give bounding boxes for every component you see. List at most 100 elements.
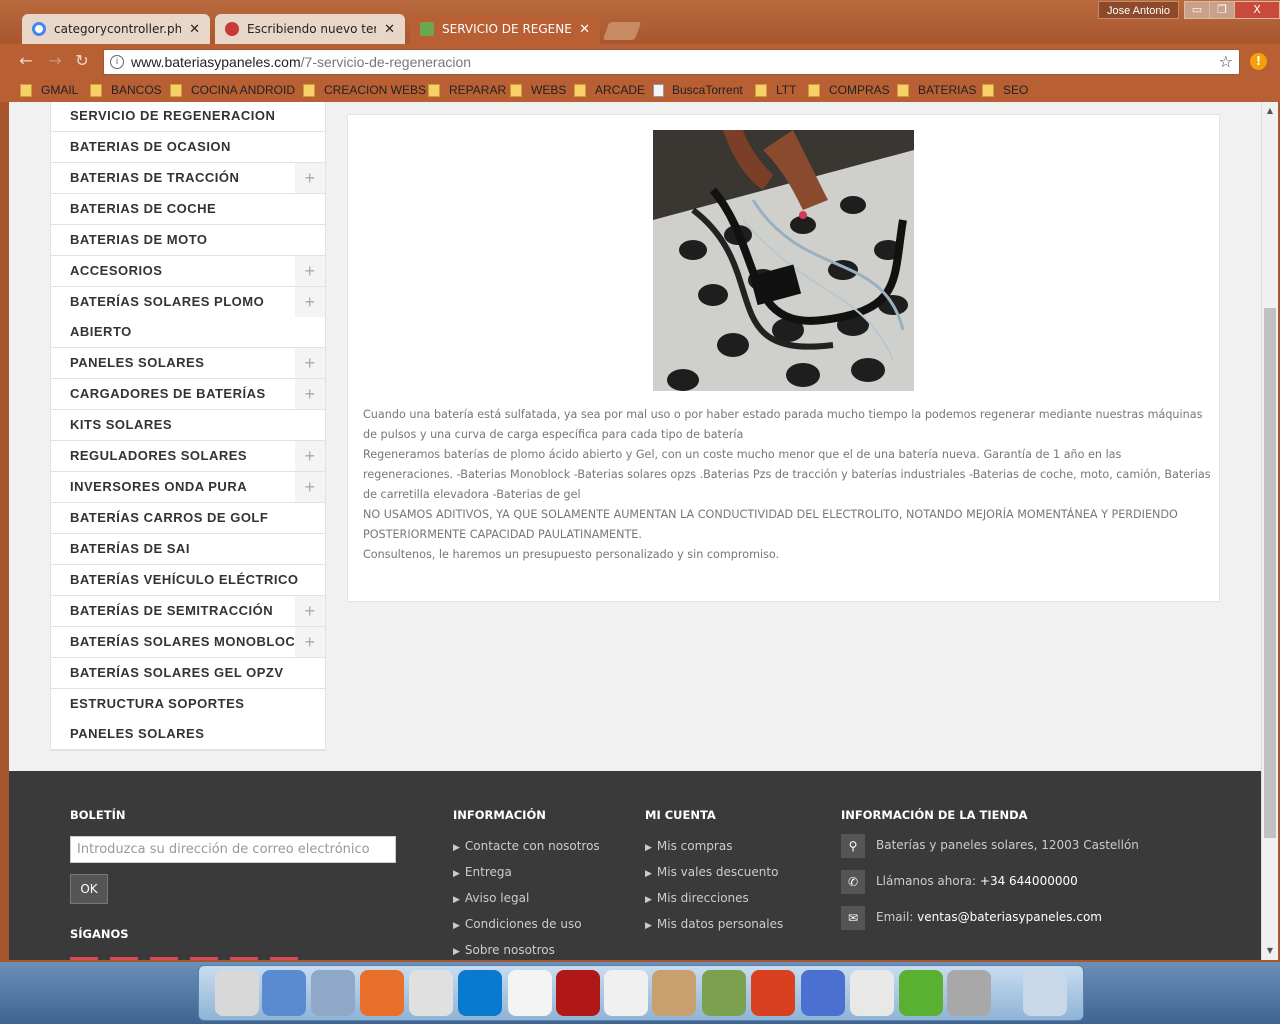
footer-link-vouchers[interactable]: ▶ Mis vales descuento <box>645 865 778 879</box>
social-rss-icon[interactable] <box>150 957 178 960</box>
footer-link-legal[interactable]: ▶ Aviso legal <box>453 891 529 905</box>
category-item[interactable]: BATERIAS DE MOTO <box>51 225 325 256</box>
page-scrollbar[interactable]: ▲ ▼ <box>1261 102 1278 960</box>
category-item[interactable]: BATERIAS DE COCHE <box>51 194 325 225</box>
bookmark-creacion-webs[interactable]: CREACION WEBS <box>303 82 426 98</box>
folder-icon <box>982 83 994 97</box>
profile-button[interactable]: Jose Antonio <box>1098 1 1179 19</box>
tab-categorycontroller[interactable]: categorycontroller.php p ✕ <box>22 14 210 44</box>
ccleaner-icon[interactable] <box>751 970 795 1016</box>
phone-number[interactable]: +34 644000000 <box>980 874 1078 888</box>
info-icon[interactable]: i <box>110 55 124 69</box>
category-item[interactable]: SERVICIO DE REGENERACION <box>51 102 325 132</box>
minimize-button[interactable]: ▭ <box>1184 1 1210 19</box>
star-icon[interactable] <box>801 970 845 1016</box>
category-item[interactable]: BATERÍAS SOLARES GEL OPZV <box>51 658 325 689</box>
new-tab-button[interactable] <box>602 22 642 40</box>
forward-arrow-icon[interactable]: → <box>47 53 63 69</box>
close-tab-icon[interactable]: ✕ <box>384 22 395 37</box>
cow-icon[interactable] <box>850 970 894 1016</box>
close-tab-icon[interactable]: ✕ <box>189 22 200 37</box>
scroll-up-icon[interactable]: ▲ <box>1265 106 1275 115</box>
close-window-button[interactable]: X <box>1234 1 1280 19</box>
chrome-icon[interactable] <box>409 970 453 1016</box>
social-google-icon[interactable] <box>230 957 258 960</box>
expand-plus-icon[interactable]: + <box>295 441 325 471</box>
bookmark-cocina-android[interactable]: COCINA ANDROID <box>170 82 295 98</box>
reload-icon[interactable]: ↻ <box>74 53 90 69</box>
social-facebook-icon[interactable] <box>70 957 98 960</box>
footer-link-contact[interactable]: ▶ Contacte con nosotros <box>453 839 600 853</box>
social-twitter-icon[interactable] <box>110 957 138 960</box>
firefox-icon[interactable] <box>360 970 404 1016</box>
bookmark-gmail[interactable]: GMAIL <box>20 82 78 98</box>
scroll-thumb[interactable] <box>1264 308 1276 838</box>
category-label: INVERSORES ONDA PURA <box>70 479 248 494</box>
expand-plus-icon[interactable]: + <box>295 163 325 193</box>
bookmark-baterias[interactable]: BATERIAS <box>897 82 976 98</box>
footer-link-terms[interactable]: ▶ Condiciones de uso <box>453 917 582 931</box>
close-tab-icon[interactable]: ✕ <box>579 22 590 37</box>
social-pinterest-icon[interactable] <box>270 957 298 960</box>
bookmark-ltt[interactable]: LTT <box>755 82 796 98</box>
category-item[interactable]: BATERÍAS VEHÍCULO ELÉCTRICO <box>51 565 325 596</box>
bookmark-buscatorrent[interactable]: BuscaTorrent <box>653 82 743 98</box>
bookmark-reparar[interactable]: REPARAR <box>428 82 506 98</box>
bookmark-webs[interactable]: WEBS <box>510 82 566 98</box>
filezilla-icon[interactable] <box>556 970 600 1016</box>
recycle-bin-icon[interactable] <box>1023 970 1067 1016</box>
category-item[interactable]: REGULADORES SOLARES + <box>51 441 325 472</box>
expand-plus-icon[interactable]: + <box>295 596 325 626</box>
back-arrow-icon[interactable]: ← <box>18 53 34 69</box>
scroll-down-icon[interactable]: ▼ <box>1265 946 1275 955</box>
bookmark-arcade[interactable]: ARCADE <box>574 82 645 98</box>
category-item[interactable]: ACCESORIOS + <box>51 256 325 287</box>
category-item[interactable]: BATERÍAS SOLARES MONOBLOCK + <box>51 627 325 658</box>
category-item[interactable]: KITS SOLARES <box>51 410 325 441</box>
category-item[interactable]: PANELES SOLARES + <box>51 348 325 379</box>
social-youtube-icon[interactable] <box>190 957 218 960</box>
network-globe-icon[interactable] <box>262 970 306 1016</box>
email-link[interactable]: ventas@bateriasypaneles.com <box>917 910 1102 924</box>
tab-servicio-regeneracion[interactable]: SERVICIO DE REGENERAC ✕ <box>410 14 600 44</box>
category-item[interactable]: BATERIAS DE TRACCIÓN + <box>51 163 325 194</box>
bookmark-star-icon[interactable]: ☆ <box>1219 52 1233 71</box>
category-item[interactable]: BATERÍAS CARROS DE GOLF <box>51 503 325 534</box>
address-bar[interactable]: i www.bateriasypaneles.com/7-servicio-de… <box>103 49 1240 75</box>
footer-link-delivery[interactable]: ▶ Entrega <box>453 865 512 879</box>
blank-document-icon[interactable] <box>508 970 552 1016</box>
category-item[interactable]: BATERÍAS SOLARES PLOMO ABIERTO + <box>51 287 325 348</box>
footer-link-addresses[interactable]: ▶ Mis direcciones <box>645 891 749 905</box>
newsletter-ok-button[interactable]: OK <box>70 874 108 904</box>
pinwheel-icon[interactable] <box>604 970 648 1016</box>
footer-link-about[interactable]: ▶ Sobre nosotros <box>453 943 555 957</box>
bookmark-seo[interactable]: SEO <box>982 82 1028 98</box>
bookmark-compras[interactable]: COMPRAS <box>808 82 890 98</box>
footer-link-orders[interactable]: ▶ Mis compras <box>645 839 732 853</box>
expand-plus-icon[interactable]: + <box>295 627 325 657</box>
category-item[interactable]: BATERÍAS DE SEMITRACCIÓN + <box>51 596 325 627</box>
category-item[interactable]: BATERIAS DE OCASION <box>51 132 325 163</box>
warning-icon[interactable]: ! <box>1250 53 1267 70</box>
expand-plus-icon[interactable]: + <box>295 287 325 317</box>
dropbox-icon[interactable] <box>458 970 502 1016</box>
maximize-button[interactable]: ❐ <box>1209 1 1235 19</box>
newsletter-email-input[interactable]: Introduzca su dirección de correo electr… <box>70 836 396 863</box>
expand-plus-icon[interactable]: + <box>295 472 325 502</box>
monitor-app-icon[interactable] <box>215 970 259 1016</box>
expand-plus-icon[interactable]: + <box>295 379 325 409</box>
category-item[interactable]: INVERSORES ONDA PURA + <box>51 472 325 503</box>
bookmark-bancos[interactable]: BANCOS <box>90 82 162 98</box>
plus-app-icon[interactable] <box>899 970 943 1016</box>
footer-link-personal-info[interactable]: ▶ Mis datos personales <box>645 917 783 931</box>
documents-icon[interactable] <box>311 970 355 1016</box>
expand-plus-icon[interactable]: + <box>295 348 325 378</box>
category-item[interactable]: BATERÍAS DE SAI <box>51 534 325 565</box>
category-item[interactable]: ESTRUCTURA SOPORTES PANELES SOLARES <box>51 689 325 750</box>
colosseum-icon[interactable] <box>652 970 696 1016</box>
notepad-icon[interactable] <box>702 970 746 1016</box>
category-item[interactable]: CARGADORES DE BATERÍAS + <box>51 379 325 410</box>
tab-escribiendo[interactable]: Escribiendo nuevo tema ✕ <box>215 14 405 44</box>
tools-icon[interactable] <box>947 970 991 1016</box>
expand-plus-icon[interactable]: + <box>295 256 325 286</box>
